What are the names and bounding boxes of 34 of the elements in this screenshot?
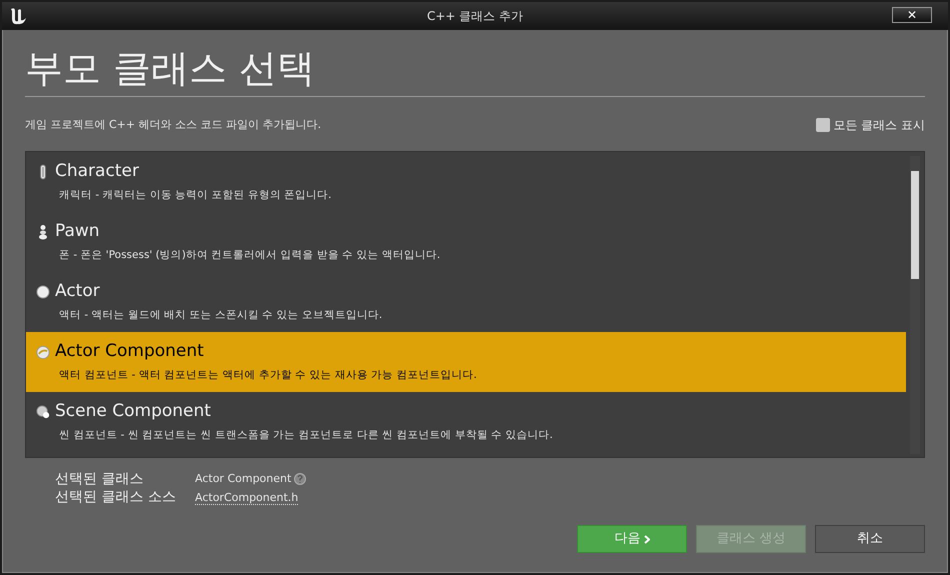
selected-class-value: Actor Component (195, 471, 292, 487)
source-file-link[interactable]: ActorComponent.h (195, 491, 298, 505)
class-description: 씬 컴포넌트 - 씬 컴포넌트는 씬 트랜스폼을 가는 컴포넌트로 다른 씬 컴포넌트에 부착될 수 있습니다. (59, 428, 554, 443)
class-description: 캐릭터 - 캐릭터는 이동 능력이 포함된 유형의 폰입니다. (59, 188, 332, 203)
class-name: Scene Component (55, 400, 211, 424)
dialog-heading: 부모 클래스 선택 (25, 45, 316, 92)
help-icon[interactable] (294, 473, 306, 485)
class-description: 폰 - 폰은 'Possess' (빙의)하여 컨트롤러에서 입력을 받을 수 있는 액터입니다. (59, 248, 442, 263)
class-description: 액터 - 액터는 월드에 배치 또는 스폰시킬 수 있는 오브젝트입니다. (59, 308, 384, 323)
pawn-icon (38, 224, 48, 240)
window-title: C++ 클래스 추가 (426, 8, 524, 25)
cancel-button[interactable]: 취소 (815, 525, 925, 553)
component-icon (36, 344, 50, 360)
class-name: Actor (55, 280, 100, 304)
class-row[interactable]: Character 캐릭터 - 캐릭터는 이동 능력이 포함된 유형의 폰입니다. (26, 152, 906, 212)
dialog-description: 게임 프로젝트에 C++ 헤더와 소스 코드 파일이 추가됩니다. (25, 116, 322, 133)
class-row[interactable]: Pawn 폰 - 폰은 'Possess' (빙의)하여 컨트롤러에서 입력을 받을 수 있는 액터입니다. (26, 212, 906, 272)
selected-class-label: 선택된 클래스 (55, 470, 144, 488)
scrollbar-thumb[interactable] (911, 171, 919, 279)
class-row[interactable]: Scene Component 씬 컴포넌트 - 씬 컴포넌트는 씬 트랜스폼을 가는 컴포넌트로 다른 씬 컴포넌트에 부착될 수 있습니다. (26, 392, 906, 452)
scene-component-icon (36, 404, 50, 420)
class-name: Character (55, 160, 139, 184)
class-name: Pawn (55, 220, 100, 244)
sphere-icon (36, 285, 50, 299)
show-all-label: 모든 클래스 표시 (833, 117, 925, 134)
selected-source-label: 선택된 클래스 소스 (55, 488, 177, 507)
class-description: 액터 컴포넌트 - 액터 컴포넌트는 액터에 추가할 수 있는 재사용 가능 컴포넌트입니다. (59, 368, 478, 383)
show-all-checkbox[interactable] (816, 118, 830, 132)
capsule-icon (38, 164, 48, 180)
class-row-selected[interactable]: Actor Component 액터 컴포넌트 - 액터 컴포넌트는 액터에 추가할 수 있는 재사용 가능 컴포넌트입니다. (26, 332, 906, 392)
class-name: Actor Component (55, 340, 204, 364)
chevron-icon (644, 534, 650, 544)
class-row[interactable]: Actor 액터 - 액터는 월드에 배치 또는 스폰시킬 수 있는 오브젝트입니다. (26, 272, 906, 332)
close-button[interactable]: ✕ (892, 7, 932, 23)
